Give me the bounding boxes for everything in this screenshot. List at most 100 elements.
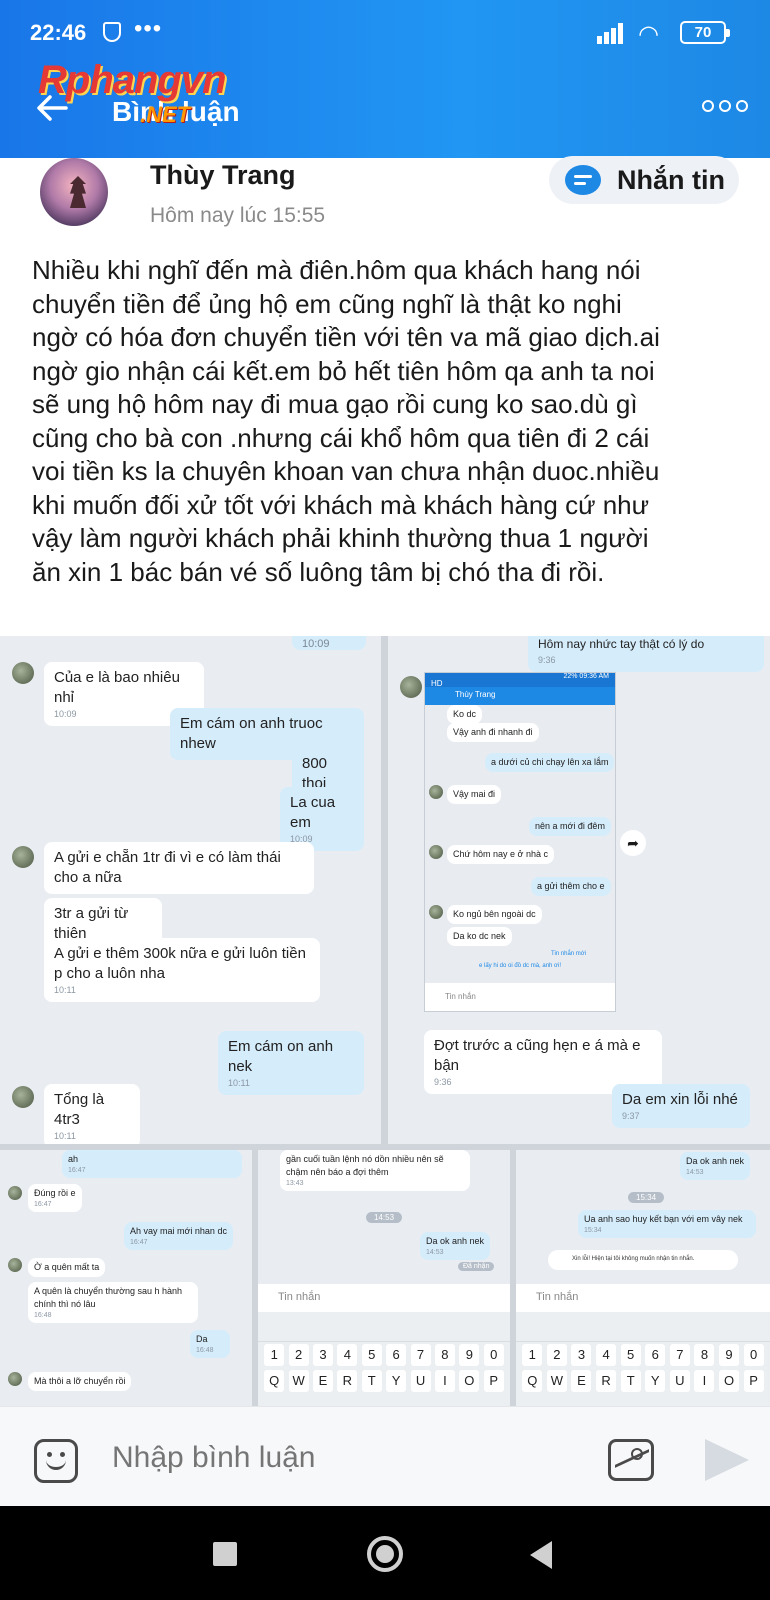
post-line: ăn xin 1 bác bán vé số luông tâm bị chó … bbox=[32, 556, 605, 587]
seen-status: Đã nhận bbox=[458, 1262, 495, 1271]
nav-bar: Bình luận Rphangvn .NET bbox=[0, 58, 770, 158]
chat-bubble-out: nên a mới đi đêm bbox=[529, 817, 611, 836]
post-line: cũng cho bà con .nhưng cái khổ hôm qua t… bbox=[32, 422, 650, 453]
chat-bubble-in: gần cuối tuần lệnh nó dồn nhiều nên sẽ c… bbox=[280, 1150, 470, 1191]
screenshot-bottom-left[interactable]: ah 16:47 Đúng rồi e 16:47 Ah vay mai mới n… bbox=[0, 1150, 252, 1406]
avatar[interactable] bbox=[40, 158, 108, 226]
nested-chat-input: Tin nhắn bbox=[425, 983, 615, 1011]
keyboard-number-row[interactable]: 1234567890 bbox=[258, 1342, 510, 1368]
chat-bubble-in: Da ko dc nek bbox=[447, 927, 512, 946]
battery-icon: 70 bbox=[680, 21, 730, 44]
image-attach-icon[interactable] bbox=[608, 1439, 654, 1481]
keyboard-toolbar bbox=[516, 1312, 770, 1342]
keyboard-letter-row[interactable]: QWERTYUIOP bbox=[516, 1368, 770, 1394]
post-line: chuyển tiền để ủng hộ em cũng nghĩ là th… bbox=[32, 288, 622, 319]
keyboard-number-row[interactable]: 1234567890 bbox=[516, 1342, 770, 1368]
hd-badge: HD bbox=[431, 679, 443, 688]
post-header: Thùy Trang Hôm nay lúc 15:55 Nhắn tin bbox=[0, 156, 770, 234]
contact-avatar bbox=[400, 676, 422, 698]
status-bar: 22:46 ••• ◠ 70 bbox=[0, 0, 770, 64]
chat-bubble-out: Da ok anh nek 14:53 bbox=[680, 1152, 751, 1180]
new-message-preview: e lấy hi do oi đồ dc mà, anh ơi! bbox=[479, 963, 561, 969]
chat-bubble-out: Ah vay mai mới nhan dc 16:47 bbox=[124, 1222, 233, 1250]
status-time: 22:46 bbox=[30, 20, 87, 45]
nested-chat-header: Thùy Trang bbox=[425, 687, 615, 705]
contact-avatar bbox=[8, 1186, 22, 1200]
watermark-logo: Rphangvn bbox=[38, 58, 227, 102]
post-line: ngờ có hóa đơn chuyển tiền với tên va mã… bbox=[32, 322, 660, 352]
chat-bubble-in: Vậy mai đi bbox=[447, 785, 502, 804]
message-button[interactable]: Nhắn tin bbox=[549, 156, 739, 204]
app-header: 22:46 ••• ◠ 70 Bình luận Rphangvn .NET bbox=[0, 0, 770, 158]
screenshot-right[interactable]: Hôm nay nhức tay thật có lý do 9:36 HD 22… bbox=[388, 636, 770, 1144]
keyboard[interactable]: 1234567890 QWERTYUIOP bbox=[516, 1312, 770, 1406]
emoji-icon[interactable] bbox=[34, 1439, 78, 1483]
attached-images[interactable]: 10:09 Của e là bao nhiêu nhỉ 10:09 Em cám… bbox=[0, 636, 770, 1406]
nested-status-bar: HD 22% 09:36 AM bbox=[425, 673, 615, 688]
chat-time-chip: 10:09 bbox=[292, 636, 366, 650]
comment-bar bbox=[0, 1406, 770, 1506]
screenshot-bottom-middle[interactable]: gần cuối tuần lệnh nó dồn nhiều nên sẽ c… bbox=[258, 1150, 510, 1406]
more-options-icon[interactable] bbox=[702, 100, 748, 112]
shield-icon bbox=[103, 22, 121, 42]
chat-bubble-out: Hôm nay nhức tay thật có lý do 9:36 bbox=[528, 636, 764, 672]
contact-avatar bbox=[12, 846, 34, 868]
chat-bubble-in: Tổng là 4tr3 10:11 bbox=[44, 1084, 140, 1144]
post-line: Nhiều khi nghĩ đến mà điên.hôm qua khách… bbox=[32, 255, 641, 285]
chat-bubble-in: Vậy anh đi nhanh đi bbox=[447, 723, 539, 742]
wifi-icon: ◠ bbox=[638, 21, 659, 48]
post-line: vậy làm người khách phải khinh thường th… bbox=[32, 523, 649, 553]
chat-bubble-in: A gửi e thêm 300k nữa e gửi luôn tiền p … bbox=[44, 938, 320, 1002]
notification-dots: ••• bbox=[134, 15, 163, 42]
chat-bubble-out: a gửi thêm cho e bbox=[531, 877, 611, 896]
chat-bubble-icon bbox=[565, 165, 601, 195]
screenshot-bottom-right[interactable]: Da ok anh nek 14:53 15:34 Ua anh sao huy … bbox=[516, 1150, 770, 1406]
keyboard[interactable]: 1234567890 QWERTYUIOP bbox=[258, 1312, 510, 1406]
chat-bubble-in: Ko ngủ bên ngoài dc bbox=[447, 905, 542, 924]
nested-chat-body: Ko dc Vậy anh đi nhanh đi a dưới củ chi … bbox=[425, 705, 615, 985]
keyboard-letter-row[interactable]: QWERTYUIOP bbox=[258, 1368, 510, 1394]
send-icon[interactable] bbox=[705, 1439, 749, 1481]
chat-bubble-in: A quên là chuyển thường sau h hành chính… bbox=[28, 1282, 198, 1323]
chat-bubble-in: Ờ a quên mất ta bbox=[28, 1258, 106, 1277]
chat-time-chip: 14:53 bbox=[366, 1212, 403, 1223]
blocked-notice: Xin lỗi! Hiện tại tôi không muốn nhận ti… bbox=[548, 1250, 738, 1270]
author-name[interactable]: Thùy Trang bbox=[150, 160, 296, 191]
post-line: khi muốn đối xử tốt với khách mà khách h… bbox=[32, 489, 650, 520]
chat-bubble-in: Đúng rồi e 16:47 bbox=[28, 1184, 82, 1212]
message-button-label: Nhắn tin bbox=[617, 164, 725, 195]
chat-bubble-in: Ko dc bbox=[447, 705, 483, 724]
post-line: sẽ ung hộ hôm nay đi mua gạo rồi cung ko… bbox=[32, 389, 638, 419]
contact-avatar bbox=[429, 785, 443, 799]
contact-avatar bbox=[8, 1258, 22, 1272]
system-back-icon[interactable] bbox=[530, 1541, 552, 1569]
chat-bubble-out: Ua anh sao huy kết bạn với em vây nek 15:… bbox=[578, 1210, 756, 1238]
new-messages-label: Tin nhắn mới bbox=[551, 951, 587, 957]
post-line: ngờ gio nhận cái kết.em bỏ hết tiên hôm … bbox=[32, 355, 655, 386]
chat-bubble-in: Chứ hôm nay e ở nhà c bbox=[447, 845, 554, 864]
contact-avatar bbox=[8, 1372, 22, 1386]
chat-bubble-out: Da ok anh nek 14:53 bbox=[420, 1232, 491, 1260]
chat-bubble-out: a dưới củ chi chạy lên xa lắm bbox=[485, 753, 615, 772]
chat-bubble-in: A gửi e chẵn 1tr đi vì e có làm thái cho… bbox=[44, 842, 314, 894]
nested-status-text: 22% 09:36 AM bbox=[563, 673, 609, 680]
screenshot-left[interactable]: 10:09 Của e là bao nhiêu nhỉ 10:09 Em cám… bbox=[0, 636, 381, 1144]
post-text: Nhiều khi nghĩ đến mà điên.hôm qua khách… bbox=[32, 254, 747, 589]
comment-input[interactable] bbox=[112, 1441, 552, 1475]
recent-apps-icon[interactable] bbox=[213, 1542, 237, 1566]
watermark-logo-suffix: .NET bbox=[140, 102, 191, 127]
home-icon[interactable] bbox=[367, 1536, 403, 1572]
chat-bubble-out: Da em xin lỗi nhé 9:37 bbox=[612, 1084, 750, 1128]
contact-avatar bbox=[12, 662, 34, 684]
signal-icon bbox=[597, 22, 627, 44]
post-line: voi tiền ks la chuyên khoan van chưa nhậ… bbox=[32, 456, 660, 486]
chat-bubble-out: ah 16:47 bbox=[62, 1150, 242, 1178]
nested-chat-screenshot: HD 22% 09:36 AM Thùy Trang Ko dc Vậy anh… bbox=[424, 672, 616, 1012]
contact-avatar bbox=[12, 1086, 34, 1108]
chat-input-bar[interactable]: Tin nhắn bbox=[258, 1284, 510, 1312]
system-navigation-bar bbox=[0, 1506, 770, 1600]
post-timestamp: Hôm nay lúc 15:55 bbox=[150, 204, 326, 227]
chat-bubble-in: Mà thôi a lỡ chuyển rồi bbox=[28, 1372, 132, 1391]
contact-avatar bbox=[429, 905, 443, 919]
chat-input-bar[interactable]: Tin nhắn bbox=[516, 1284, 770, 1312]
